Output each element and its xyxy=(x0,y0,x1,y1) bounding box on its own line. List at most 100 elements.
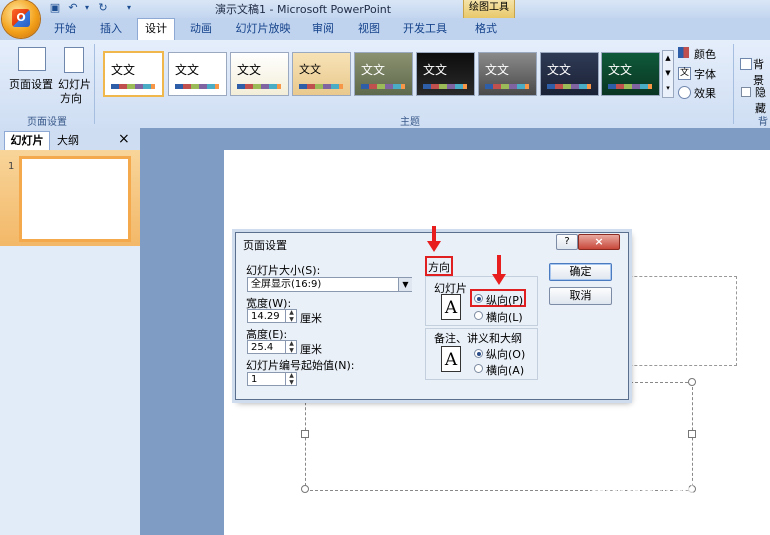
theme-thumb-1[interactable]: 文文 xyxy=(103,51,164,97)
tab-design[interactable]: 设计 xyxy=(137,18,175,41)
fonts-icon: 文 xyxy=(678,67,691,80)
slides-portrait-radio[interactable] xyxy=(474,294,483,303)
notes-portrait-radio[interactable] xyxy=(474,349,483,358)
watermark-logo: Baidu经验 xyxy=(590,474,695,498)
theme-color-swatch xyxy=(423,84,467,89)
colors-icon xyxy=(678,47,689,58)
annotation-arrow-icon xyxy=(492,274,506,285)
office-logo-icon: O xyxy=(12,9,30,27)
width-unit: 厘米 xyxy=(300,312,322,325)
slide-size-value: 全屏显示(16:9) xyxy=(251,279,322,290)
drawing-tools-label: 绘图工具 xyxy=(463,0,515,18)
height-stepper[interactable]: ▲ ▼ xyxy=(285,340,297,354)
theme-thumb-label: 文文 xyxy=(175,63,200,77)
office-button[interactable]: O xyxy=(2,0,40,38)
group-label-page-setup: 页面设置 xyxy=(27,117,67,128)
theme-thumb-label: 文文 xyxy=(547,63,572,77)
height-value: 25.4 xyxy=(251,342,274,353)
orientation-title: 方向 xyxy=(428,261,450,274)
theme-thumb-4[interactable]: 文文 xyxy=(292,52,351,96)
theme-thumb-8[interactable]: 文文 xyxy=(540,52,599,96)
slides-landscape-label[interactable]: 横向(L) xyxy=(486,309,523,325)
group-label-background: 背 xyxy=(758,117,768,128)
slide-orientation-icon xyxy=(64,47,84,73)
resize-handle[interactable] xyxy=(688,378,696,386)
annotation-arrow-icon xyxy=(427,241,441,252)
notes-landscape-radio[interactable] xyxy=(474,364,483,373)
theme-thumb-5[interactable]: 文文 xyxy=(354,52,413,96)
undo-dropdown-icon[interactable]: ▾ xyxy=(80,1,94,15)
theme-thumb-label: 文文 xyxy=(111,63,136,77)
tab-review[interactable]: 审阅 xyxy=(305,19,341,39)
ok-button[interactable]: 确定 xyxy=(549,263,612,281)
theme-colors-button[interactable]: 颜色 xyxy=(694,46,716,62)
dialog-close-button[interactable]: × xyxy=(578,234,620,250)
chevron-down-icon[interactable]: ▼ xyxy=(398,278,412,291)
theme-color-swatch xyxy=(237,84,281,89)
hide-bg-checkbox[interactable] xyxy=(741,87,751,97)
notes-portrait-label[interactable]: 纵向(O) xyxy=(486,346,525,362)
page-setup-button[interactable]: 页面设置 xyxy=(9,76,53,92)
tab-developer[interactable]: 开发工具 xyxy=(398,19,452,39)
effects-icon xyxy=(678,86,691,99)
tab-format[interactable]: 格式 xyxy=(466,19,506,39)
slide-size-select[interactable]: 全屏显示(16:9) xyxy=(247,277,412,292)
tab-home[interactable]: 开始 xyxy=(46,19,84,39)
tab-insert[interactable]: 插入 xyxy=(92,19,130,39)
theme-thumb-label: 文文 xyxy=(299,63,321,76)
slides-portrait-label[interactable]: 纵向(P) xyxy=(486,292,523,308)
redo-icon[interactable]: ↻ xyxy=(96,1,110,15)
window-title: 演示文稿1 - Microsoft PowerPoint xyxy=(215,3,392,16)
resize-handle[interactable] xyxy=(688,430,696,438)
notes-landscape-label[interactable]: 横向(A) xyxy=(486,362,524,378)
theme-thumb-2[interactable]: 文文 xyxy=(168,52,227,96)
tab-slideshow[interactable]: 幻灯片放映 xyxy=(230,19,296,39)
theme-thumb-label: 文文 xyxy=(485,63,510,77)
hide-bg-label: 隐藏 xyxy=(755,86,766,115)
height-unit: 厘米 xyxy=(300,343,322,356)
undo-icon[interactable]: ↶ xyxy=(66,1,80,15)
numbering-value: 1 xyxy=(251,374,258,385)
slide-thumbnail[interactable] xyxy=(19,156,131,242)
theme-thumb-label: 文文 xyxy=(423,63,448,77)
save-icon[interactable]: ▣ xyxy=(48,1,62,15)
group-label-theme: 主题 xyxy=(400,117,420,128)
theme-thumb-7[interactable]: 文文 xyxy=(478,52,537,96)
portrait-page-icon: A xyxy=(441,294,461,320)
tab-view[interactable]: 视图 xyxy=(350,19,388,39)
theme-color-swatch xyxy=(361,84,405,89)
slide-size-label: 幻灯片大小(S): xyxy=(246,264,321,277)
theme-color-swatch xyxy=(111,84,155,89)
theme-effects-button[interactable]: 效果 xyxy=(694,85,716,101)
theme-fonts-button[interactable]: 字体 xyxy=(694,66,716,82)
tab-outline[interactable]: 大纲 xyxy=(50,132,86,149)
customize-qat-icon[interactable]: ▾ xyxy=(122,1,136,15)
resize-handle[interactable] xyxy=(301,485,309,493)
help-button[interactable]: ? xyxy=(556,234,578,250)
width-value: 14.29 xyxy=(251,311,280,322)
theme-gallery-scroll[interactable]: ▲ ▼ ▾ xyxy=(662,50,674,98)
resize-handle[interactable] xyxy=(301,430,309,438)
group-separator xyxy=(94,44,95,124)
annotation-arrow-shaft xyxy=(432,226,436,242)
notes-page-icon: A xyxy=(441,346,461,372)
numbering-stepper[interactable]: ▲ ▼ xyxy=(285,372,297,386)
page-setup-icon xyxy=(18,47,46,71)
tab-slides[interactable]: 幻灯片 xyxy=(4,131,50,150)
theme-color-swatch xyxy=(485,84,529,89)
tab-animations[interactable]: 动画 xyxy=(182,19,220,39)
notes-group-label: 备注、讲义和大纲 xyxy=(434,332,522,345)
slides-landscape-radio[interactable] xyxy=(474,311,483,320)
theme-thumb-label: 文文 xyxy=(608,63,633,77)
theme-thumb-3[interactable]: 文文 xyxy=(230,52,289,96)
annotation-arrow-shaft xyxy=(497,255,501,275)
theme-thumb-6[interactable]: 文文 xyxy=(416,52,475,96)
width-stepper[interactable]: ▲ ▼ xyxy=(285,309,297,323)
theme-color-swatch xyxy=(175,84,219,89)
cancel-button[interactable]: 取消 xyxy=(549,287,612,305)
close-panel-icon[interactable]: × xyxy=(118,131,130,147)
slide-orientation-button-line2: 方向 xyxy=(60,92,82,105)
theme-thumb-9[interactable]: 文文 xyxy=(601,52,660,96)
theme-color-swatch xyxy=(608,84,652,89)
watermark-url: jingyan.baidu.com xyxy=(600,498,702,511)
